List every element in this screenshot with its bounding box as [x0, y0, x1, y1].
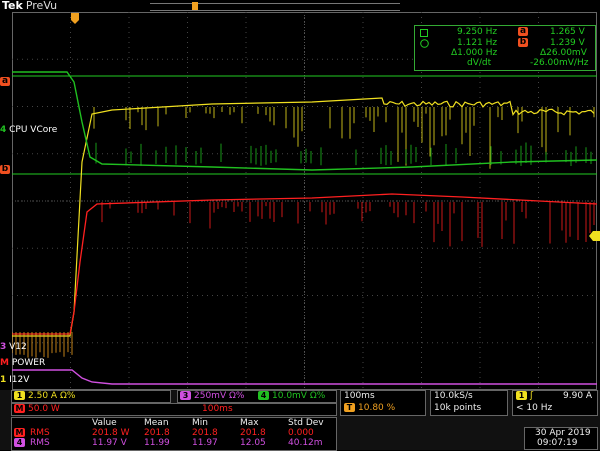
trigger-box[interactable]: 1ʃ 9.90 A < 10 Hz — [512, 390, 598, 416]
math-timebase: 100ms — [202, 404, 233, 414]
measurement-value: 201.8 W — [92, 428, 130, 438]
horizontal-box[interactable]: 100ms T 10.80 % — [340, 390, 426, 416]
v12-label: V12 — [9, 342, 27, 352]
date-label: 30 Apr 2019 — [535, 428, 591, 438]
record-view-window[interactable] — [192, 2, 198, 10]
math-scale: 50.0 W — [28, 404, 60, 414]
measurement-value: 0.000 — [288, 428, 314, 438]
trigger-level-icon — [589, 231, 600, 241]
cursor-b-label: b — [0, 164, 10, 174]
measurement-type: RMS — [30, 428, 50, 438]
trigger-level-marker[interactable] — [589, 226, 600, 241]
trigger-frequency: < 10 Hz — [516, 403, 553, 413]
sample-rate: 10.0kS/s — [434, 391, 473, 401]
measurement-source-badge: M — [14, 428, 25, 437]
cursor-a-marker[interactable]: a — [0, 76, 10, 86]
ch1-waveform — [12, 97, 595, 337]
cursor-b-marker[interactable]: b — [0, 164, 10, 174]
ch4-scale: 10.0mV — [272, 391, 307, 401]
measurement-value: 11.97 — [192, 438, 218, 448]
trigger-level: 9.90 A — [563, 391, 593, 401]
measurement-value: 11.97 V — [92, 438, 127, 448]
datetime-box[interactable]: 30 Apr 2019 09:07:19 — [524, 427, 598, 450]
delta-frequency: Δ1.000 Hz — [451, 48, 498, 58]
ch3-label-marker[interactable]: 3 V12 — [0, 342, 27, 352]
record-length: 10k points — [434, 403, 482, 413]
measurement-header: Mean — [144, 418, 169, 428]
measurement-value: 11.99 — [144, 438, 170, 448]
measurement-value: 201.8 — [240, 428, 266, 438]
power-label: POWER — [11, 358, 46, 368]
ch4-label-marker[interactable]: 4 CPU VCore — [0, 125, 57, 135]
dvdt-value: -26.00mV/Hz — [530, 58, 589, 68]
i12v-label: I12V — [9, 375, 30, 385]
trigger-position-badge: T — [344, 403, 355, 412]
ch1-glitches — [93, 107, 595, 169]
dvdt-label: dV/dt — [467, 58, 492, 68]
measurement-source-badge: 4 — [14, 438, 28, 448]
ch3-scale: 250mV — [194, 391, 227, 401]
ch3-ch4-scale-box[interactable]: 3 250mV Ω% 4 10.0mV Ω% — [177, 390, 337, 403]
status-area: 1 2.50 A Ω% 3 250mV Ω% 4 10.0mV Ω% M 50.0 W … — [0, 390, 600, 451]
measurement-header: Min — [192, 418, 208, 428]
ch1-scale: 2.50 A — [28, 391, 58, 401]
ch4-flags: Ω% — [309, 391, 326, 401]
measurement-table[interactable]: Value Mean Min Max Std Dev M RMS 201.8 W 201.8 2… — [11, 417, 337, 451]
record-overview-strip[interactable] — [150, 3, 400, 11]
measurement-value: 201.8 — [192, 428, 218, 438]
time-label: 09:07:19 — [537, 438, 578, 448]
acquisition-box[interactable]: 10.0kS/s 10k points — [430, 390, 508, 416]
ch1-scale-box[interactable]: 1 2.50 A Ω% — [11, 390, 171, 403]
ch4-waveform — [12, 71, 597, 171]
ch1-label-marker[interactable]: 1 I12V — [0, 375, 29, 385]
cursor-a-frequency: 9.250 Hz — [457, 27, 498, 37]
cursor-b-frequency: 1.121 Hz — [457, 38, 498, 48]
cursor-a-badge: a — [518, 26, 528, 36]
measurement-value: 201.8 — [144, 428, 170, 438]
cursor-b-voltage: 1.239 V — [550, 38, 585, 48]
math-glitches — [101, 202, 595, 247]
math-scale-box[interactable]: M 50.0 W 100ms — [11, 403, 337, 416]
math-badge: M — [14, 404, 25, 413]
math-label-marker[interactable]: M POWER — [0, 358, 45, 368]
ch1-flags: Ω% — [59, 391, 76, 401]
top-bar: Tek PreVu — [0, 0, 600, 12]
circle-icon — [420, 39, 429, 48]
mode-text: PreVu — [25, 0, 58, 12]
measurement-type: RMS — [30, 438, 50, 448]
cursor-a-label: a — [0, 76, 10, 86]
measurement-value: 12.05 — [240, 438, 266, 448]
ch4-badge: 4 — [258, 391, 269, 400]
measurement-header: Value — [92, 418, 117, 428]
cursor-b-badge: b — [518, 37, 528, 47]
cursor-a-voltage: 1.265 V — [550, 27, 585, 37]
cursor-readout-panel[interactable]: 9.250 Hz a 1.265 V 1.121 Hz b 1.239 V Δ1… — [414, 25, 596, 71]
cpu-vcore-label: CPU VCore — [9, 125, 58, 135]
ch3-flags: Ω% — [228, 391, 245, 401]
timebase-value: 100ms — [344, 391, 375, 401]
trigger-position-value: 10.80 % — [358, 403, 396, 413]
brand-text: Tek — [2, 0, 23, 12]
measurement-header: Max — [240, 418, 259, 428]
trigger-source-badge: 1 — [516, 391, 527, 400]
measurement-header: Std Dev — [288, 418, 324, 428]
ch1-badge: 1 — [14, 391, 25, 400]
delta-voltage: Δ26.00mV — [540, 48, 587, 58]
ch3-badge: 3 — [180, 391, 191, 400]
measurement-value: 40.12m — [288, 438, 323, 448]
brand-label: Tek PreVu — [2, 0, 57, 12]
trigger-slope-icon: ʃ — [530, 391, 534, 401]
square-icon — [420, 29, 428, 37]
